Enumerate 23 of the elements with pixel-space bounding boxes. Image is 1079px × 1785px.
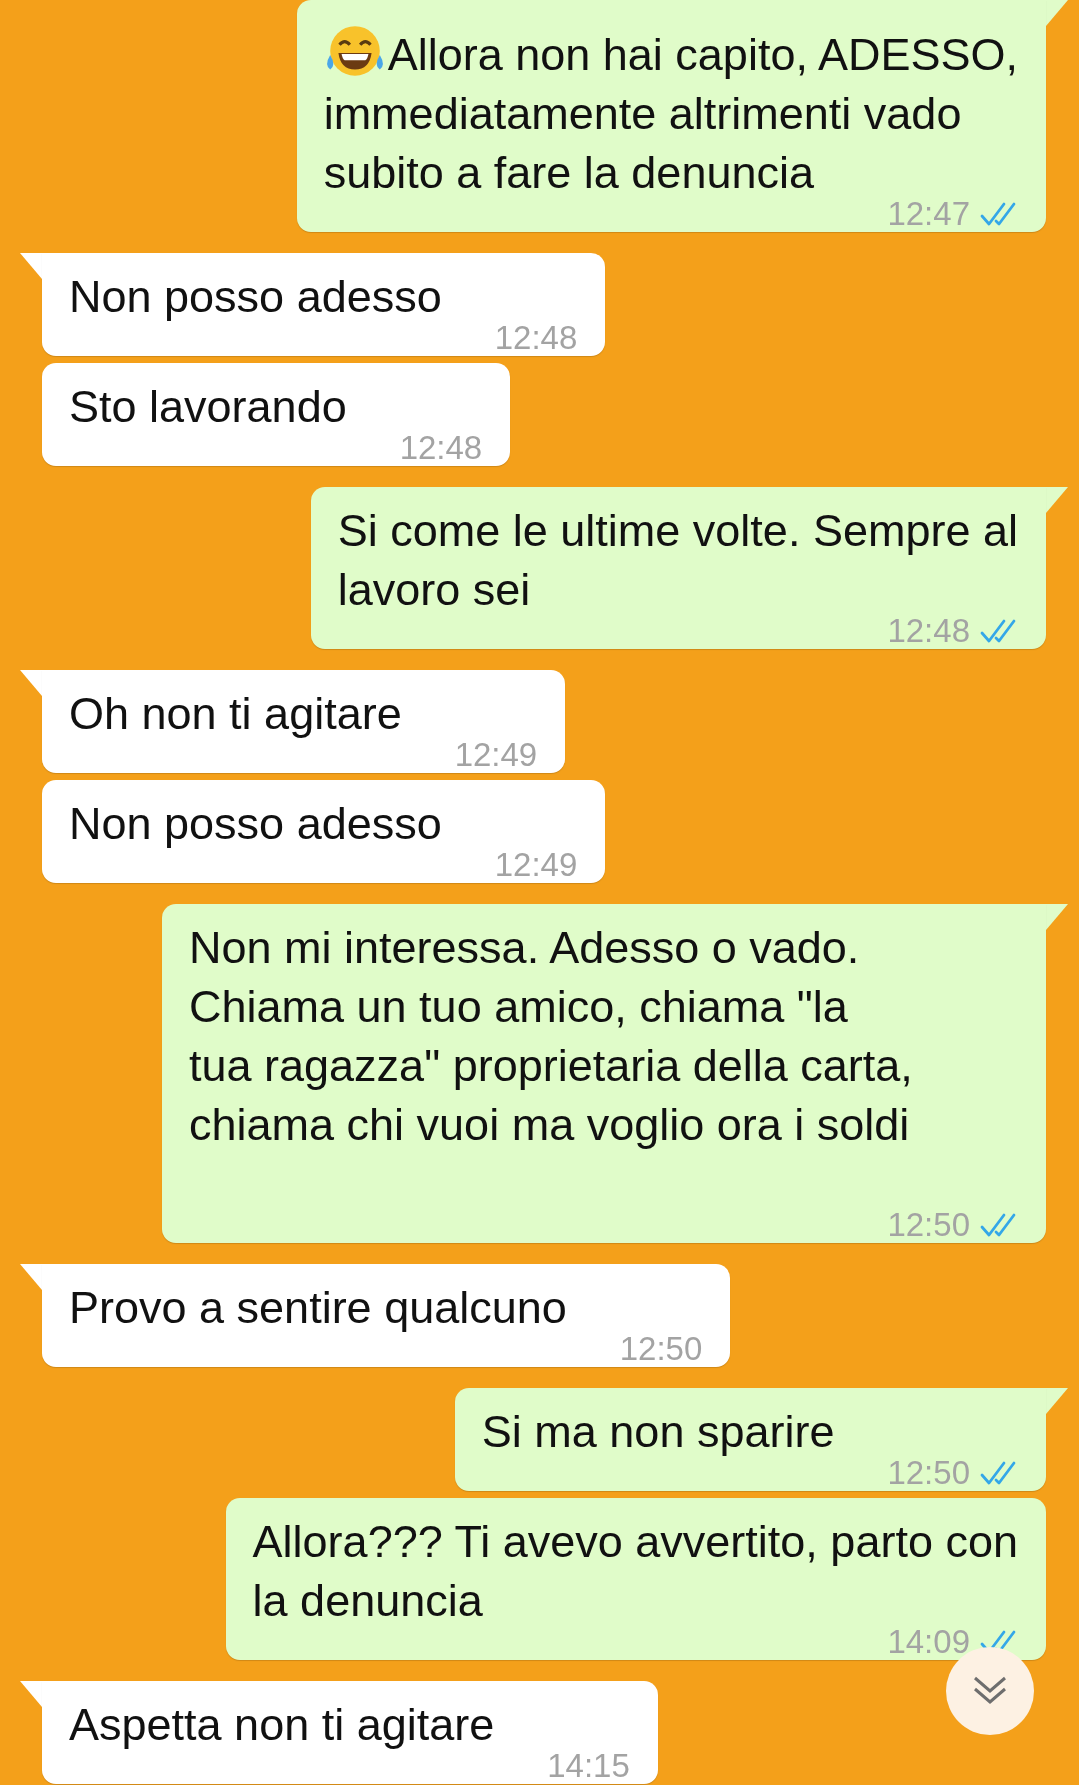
message-text: Si come le ultime volte. Sempre al lavoro sei: [337, 505, 1018, 615]
message-text: Non posso adesso: [69, 798, 442, 849]
message-time: 12:49: [454, 740, 538, 770]
message-text: Sto lavorando: [69, 381, 347, 432]
message-time: 12:50: [887, 1458, 970, 1488]
message-time: 12:48: [887, 616, 970, 646]
message-text: Oh non ti agitare: [69, 688, 402, 739]
double-chevron-down-icon: [972, 1675, 1008, 1707]
message-text: Aspetta non ti agitare: [69, 1699, 495, 1750]
message-time: 12:50: [887, 1210, 970, 1240]
message-time: 12:47: [887, 199, 970, 229]
message-time: 14:15: [547, 1751, 630, 1781]
message-text: Non posso adesso: [69, 271, 442, 322]
message-text: Non mi interessa. Adesso o vado. Chiama un tuo amico, chiama "la tua ragazza" proprietaria della carta, chiama chi vuoi ma voglio ora i soldi: [189, 922, 913, 1150]
message-time: 12:48: [494, 323, 578, 353]
message-text: Si ma non sparire: [481, 1406, 835, 1457]
message-time: 12:50: [619, 1334, 703, 1364]
message-time: 14:09: [887, 1627, 970, 1657]
message-time: 12:48: [399, 433, 483, 463]
message-text: Allora non hai capito, ADESSO, immediatamente altrimenti vado subito a fare la denuncia: [323, 29, 1018, 198]
message-text: Provo a sentire qualcuno: [69, 1282, 567, 1333]
message-text: Allora??? Ti avevo avvertito, parto con la denuncia: [252, 1516, 1018, 1626]
message-time: 12:49: [494, 850, 578, 880]
